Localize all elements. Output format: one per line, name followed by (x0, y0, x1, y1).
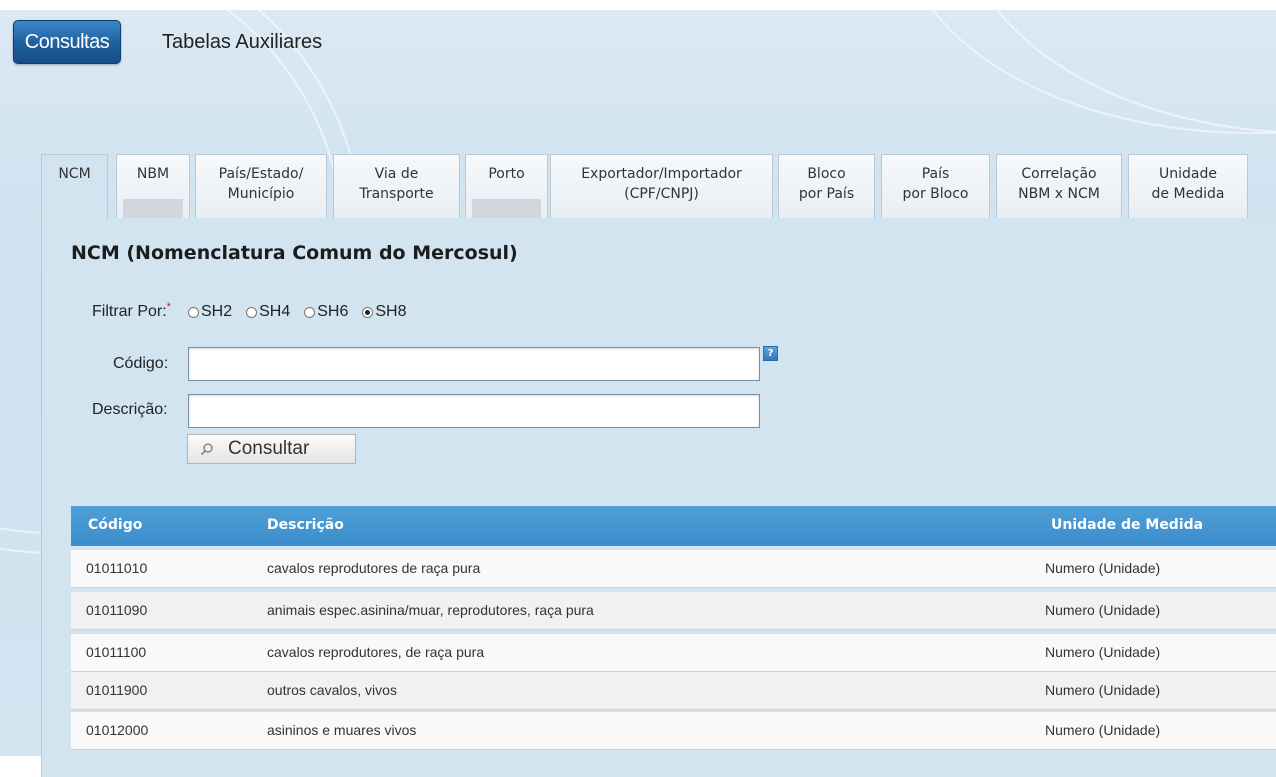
required-mark: * (166, 301, 171, 313)
consultar-label: Consultar (228, 438, 310, 459)
tab-ncm[interactable]: NCM (41, 154, 108, 220)
tab-nbm[interactable]: NBM (116, 154, 190, 218)
cell-unidade: Numero (Unidade) (1045, 644, 1161, 660)
tab-pais-por-bloco[interactable]: País por Bloco (881, 154, 990, 218)
tab-label-line1: Via de (374, 166, 419, 182)
top-strip (0, 0, 1276, 10)
tab-label-line2: Transporte (359, 186, 434, 202)
tab-bloco-por-pais[interactable]: Bloco por País (778, 154, 875, 218)
tab-label-line2: de Medida (1151, 186, 1225, 202)
radio-sh6[interactable]: SH6 (304, 303, 348, 321)
cell-descricao: asininos e muares vivos (267, 722, 417, 738)
tab-label: NCM (58, 166, 91, 182)
table-row[interactable]: 01011100 cavalos reprodutores, de raça p… (71, 634, 1276, 672)
tab-label: Porto (488, 166, 525, 182)
cell-unidade: Numero (Unidade) (1045, 560, 1161, 576)
cell-codigo: 01011900 (86, 682, 148, 698)
tab-label-line2: por Bloco (902, 186, 969, 202)
radio-label: SH6 (317, 303, 349, 320)
radio-label: SH2 (201, 303, 233, 320)
cell-unidade: Numero (Unidade) (1045, 682, 1161, 698)
codigo-label: Código: (113, 355, 169, 372)
tabelas-auxiliares-link[interactable]: Tabelas Auxiliares (162, 31, 322, 54)
cell-unidade: Numero (Unidade) (1045, 722, 1161, 738)
cell-descricao: outros cavalos, vivos (267, 682, 397, 698)
filter-radio-group: SH2 SH4 SH6 SH8 (188, 303, 421, 321)
consultas-button[interactable]: Consultas (13, 20, 121, 64)
cell-codigo: 01011010 (86, 560, 148, 576)
cell-unidade: Numero (Unidade) (1045, 602, 1161, 618)
search-icon (200, 443, 213, 456)
radio-button-icon (362, 306, 374, 318)
tab-label-line1: País (921, 166, 950, 182)
tab-label: NBM (136, 166, 170, 182)
radio-sh4[interactable]: SH4 (246, 303, 290, 321)
tab-pais-estado-municipio[interactable]: País/Estado/ Município (195, 154, 327, 218)
table-row[interactable]: 01011010 cavalos reprodutores de raça pu… (71, 550, 1276, 588)
tab-label-line2: por País (798, 186, 855, 202)
tab-label-line2: (CPF/CNPJ) (624, 186, 699, 202)
descricao-input[interactable] (188, 394, 760, 428)
tab-correlacao-nbm-ncm[interactable]: Correlação NBM x NCM (996, 154, 1122, 218)
codigo-input[interactable] (188, 347, 760, 381)
radio-button-icon (246, 306, 258, 318)
cell-descricao: animais espec.asinina/muar, reprodutores… (267, 602, 594, 618)
tab-porto[interactable]: Porto (465, 154, 548, 218)
help-icon[interactable]: ? (763, 346, 778, 361)
table-row[interactable]: 01012000 asininos e muares vivos Numero … (71, 712, 1276, 750)
page-title: NCM (Nomenclatura Comum do Mercosul) (71, 242, 518, 264)
consultar-button[interactable]: Consultar (187, 434, 356, 464)
column-header-codigo[interactable]: Código (88, 517, 142, 533)
column-header-unidade[interactable]: Unidade de Medida (1051, 517, 1203, 533)
radio-sh2[interactable]: SH2 (188, 303, 232, 321)
tab-via-de-transporte[interactable]: Via de Transporte (333, 154, 460, 218)
tab-label-line1: Correlação (1021, 166, 1097, 182)
table-row[interactable]: 01011090 animais espec.asinina/muar, rep… (71, 592, 1276, 630)
tab-label-line1: Unidade (1159, 166, 1217, 182)
cell-codigo: 01011090 (86, 602, 148, 618)
tab-label-line1: Exportador/Importador (581, 166, 742, 182)
filter-label: Filtrar Por:* (92, 301, 171, 321)
tab-label-line2: Município (227, 186, 295, 202)
tab-exportador-importador[interactable]: Exportador/Importador (CPF/CNPJ) (550, 154, 773, 218)
cell-codigo: 01011100 (86, 644, 147, 660)
table-header: Código Descrição Unidade de Medida (71, 506, 1276, 546)
radio-sh8[interactable]: SH8 (362, 303, 407, 321)
descricao-label: Descrição: (92, 401, 168, 418)
column-header-descricao[interactable]: Descrição (267, 517, 344, 533)
tab-unidade-de-medida[interactable]: Unidade de Medida (1128, 154, 1248, 218)
table-row[interactable]: 01011900 outros cavalos, vivos Numero (U… (71, 672, 1276, 710)
tab-label-line1: Bloco (807, 166, 846, 182)
cell-descricao: cavalos reprodutores, de raça pura (267, 644, 485, 660)
filter-label-text: Filtrar Por: (92, 303, 167, 320)
radio-label: SH8 (375, 303, 407, 320)
radio-button-icon (188, 306, 199, 318)
tab-label-line1: País/Estado/ (218, 166, 304, 182)
cell-descricao: cavalos reprodutores de raça pura (267, 560, 481, 576)
cell-codigo: 01012000 (86, 722, 149, 738)
tab-label-line2: NBM x NCM (1018, 186, 1100, 202)
radio-button-icon (304, 306, 316, 318)
radio-label: SH4 (259, 303, 291, 320)
